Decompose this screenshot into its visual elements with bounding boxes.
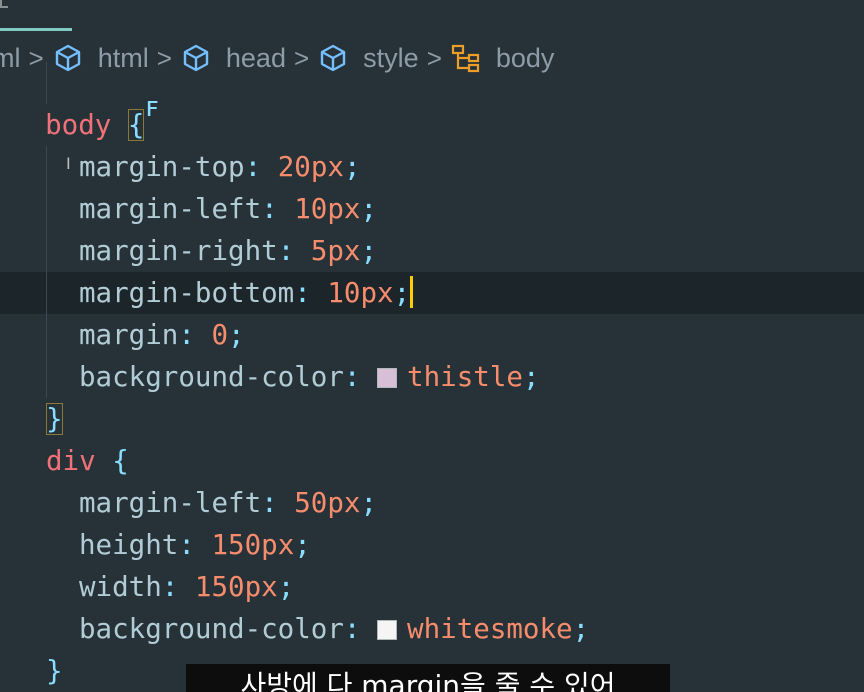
code-line-active: margin-bottom: 10px; [0, 272, 864, 314]
css-selector: body [45, 109, 112, 141]
colon: : [294, 277, 311, 309]
css-value: 150px [194, 571, 278, 603]
text-caret [410, 276, 414, 308]
indent-guide [46, 146, 47, 188]
semicolon: ; [393, 277, 411, 309]
css-selector: div [46, 445, 96, 477]
indent-guide [46, 188, 47, 230]
css-value: 150px [211, 529, 295, 561]
css-value: 50px [294, 487, 361, 519]
colon: : [277, 235, 295, 267]
colon: : [161, 571, 179, 603]
css-property: margin-right [79, 235, 278, 267]
indent-guide [46, 314, 47, 356]
semicolon: ; [360, 235, 378, 267]
semicolon: ; [360, 193, 378, 225]
colon: : [261, 193, 278, 225]
colon: : [178, 529, 195, 561]
css-property: margin-left [79, 487, 262, 519]
semicolon: ; [360, 487, 378, 519]
css-value: thistle [407, 361, 523, 393]
semicolon: ; [228, 319, 245, 351]
open-brace: { [112, 445, 129, 477]
color-swatch-whitesmoke[interactable] [377, 620, 398, 640]
close-brace: } [46, 655, 63, 687]
css-property: background-color [79, 613, 344, 645]
css-property: height [79, 529, 179, 561]
css-property: margin [79, 319, 179, 351]
indent-guide [46, 356, 47, 398]
css-property: width [79, 571, 162, 603]
code-line: margin-left: 10px; [0, 188, 864, 230]
css-value: 10px [327, 277, 394, 309]
code-line: margin-left: 50px; [0, 482, 864, 524]
code-area[interactable]: ꜰ body { Imargin-top: 20px; margin-left:… [0, 62, 864, 692]
semicolon: ; [294, 529, 311, 561]
code-editor[interactable]: ml > html > head > style > body ꜰ body {… [0, 0, 864, 692]
colon: : [343, 613, 361, 645]
colon: : [261, 487, 278, 519]
css-value: 5px [310, 235, 361, 267]
code-line-body-selector: body { [0, 104, 864, 146]
code-line: } [0, 398, 864, 440]
semicolon: ; [343, 151, 361, 183]
indent-guide [46, 62, 47, 104]
tab-close-icon[interactable] [0, 0, 8, 8]
indent-guide [46, 272, 47, 314]
text-cursor-icon: I [66, 154, 71, 173]
css-property: margin-bottom [79, 277, 295, 309]
video-subtitle: 사방에 다 margin을 줄 수 있어 [186, 664, 670, 692]
code-line: background-color: thistle; [0, 356, 864, 398]
css-property: margin-left [79, 193, 262, 225]
close-brace: } [46, 403, 63, 435]
code-line: margin-right: 5px; [0, 230, 864, 272]
code-line: Imargin-top: 20px; [0, 146, 864, 188]
css-value: whitesmoke [407, 613, 573, 645]
css-value: 0 [211, 319, 229, 351]
code-line-div-selector: div { [0, 440, 864, 482]
color-swatch-thistle[interactable] [377, 368, 398, 388]
code-line: width: 150px; [0, 566, 864, 608]
open-brace: { [127, 109, 145, 141]
colon: : [178, 319, 195, 351]
code-line: background-color: whitesmoke; [0, 608, 864, 650]
css-value: 20px [277, 151, 344, 183]
semicolon: ; [522, 361, 540, 393]
active-tab-indicator [0, 28, 72, 31]
semicolon: ; [277, 571, 295, 603]
colon: : [244, 151, 262, 183]
code-line: ꜰ [0, 62, 864, 122]
indent-guide [46, 230, 47, 272]
css-value: 10px [294, 193, 361, 225]
css-property: margin-top [79, 151, 245, 183]
code-line: margin: 0; [0, 314, 864, 356]
code-line: height: 150px; [0, 524, 864, 566]
css-property: background-color [79, 361, 344, 393]
colon: : [343, 361, 361, 393]
semicolon: ; [572, 613, 590, 645]
